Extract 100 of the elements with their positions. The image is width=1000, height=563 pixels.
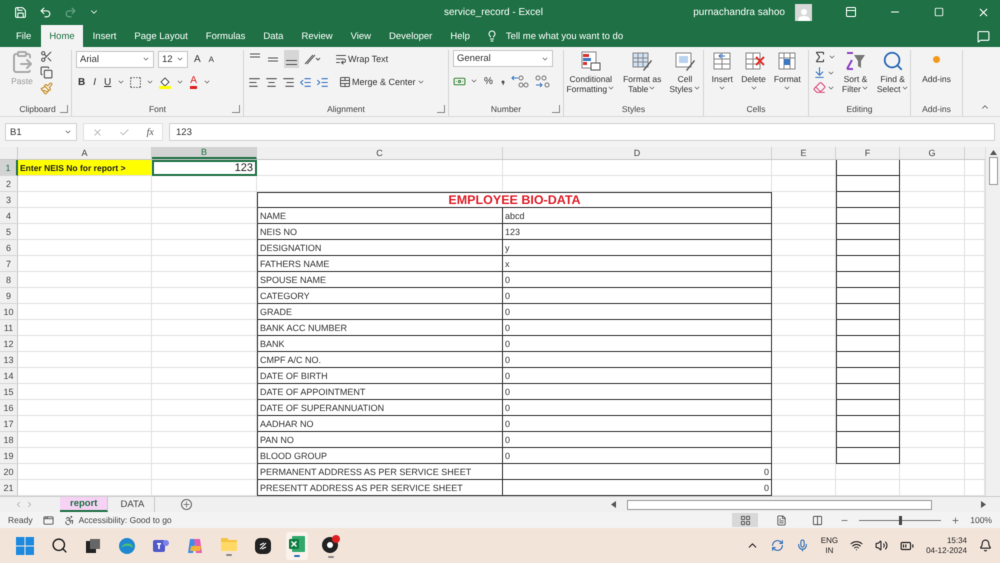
row-header[interactable]: 5 [0, 224, 18, 240]
enter-icon[interactable] [119, 126, 130, 138]
microphone-icon[interactable] [796, 539, 809, 552]
next-sheet-icon[interactable] [25, 500, 34, 509]
row-header[interactable]: 7 [0, 256, 18, 272]
sheet-cell[interactable] [836, 384, 900, 400]
accessibility-status[interactable]: Accessibility: Good to go [78, 515, 172, 525]
ribbon-button[interactable]: Add-ins [920, 50, 953, 84]
orientation-icon[interactable] [303, 52, 321, 66]
menu-tab[interactable]: Insert [84, 25, 124, 47]
row-header[interactable]: 9 [0, 288, 18, 304]
search-icon[interactable] [50, 537, 68, 554]
sheet-cell[interactable] [836, 448, 900, 464]
decrease-decimal-icon[interactable] [532, 74, 551, 88]
maximize-icon[interactable] [934, 7, 944, 17]
menu-tab[interactable]: Developer [381, 25, 440, 47]
sheet-cell[interactable] [836, 272, 900, 288]
wrap-text-button[interactable]: Wrap Text [333, 50, 390, 68]
sheet-tab[interactable]: report [60, 497, 108, 512]
underline-button[interactable]: U [102, 73, 114, 91]
page-break-icon[interactable] [812, 514, 823, 526]
sheet-cell[interactable] [836, 400, 900, 416]
sheet-cell[interactable] [836, 256, 900, 272]
recorder-icon[interactable] [321, 534, 341, 554]
row-header[interactable]: 13 [0, 352, 18, 368]
row-header[interactable]: 3 [0, 192, 18, 208]
scroll-left-icon[interactable] [611, 501, 616, 508]
menu-tab[interactable]: Review [293, 25, 341, 47]
sheet-cell[interactable] [836, 368, 900, 384]
sheet-cell[interactable] [836, 304, 900, 320]
sheet-cell[interactable] [836, 432, 900, 448]
ribbon-button[interactable]: Delete [739, 50, 768, 92]
sheet-cell[interactable] [836, 288, 900, 304]
assistant-icon[interactable] [186, 536, 204, 554]
sheet-cell[interactable] [836, 320, 900, 336]
scroll-right-icon[interactable] [981, 501, 986, 508]
percent-button[interactable]: % [482, 72, 495, 90]
dialog-launcher-icon[interactable] [60, 105, 68, 113]
row-header[interactable]: 4 [0, 208, 18, 224]
sum-icon[interactable] [813, 50, 827, 64]
macro-icon[interactable] [42, 514, 54, 526]
sheet-cell[interactable] [836, 160, 900, 176]
row-header[interactable]: 11 [0, 320, 18, 336]
currency-icon[interactable] [453, 74, 466, 88]
menu-tab[interactable]: File [8, 25, 40, 47]
language-indicator[interactable]: ENG [820, 536, 838, 546]
decrease-indent-icon[interactable] [299, 76, 312, 88]
save-icon[interactable] [14, 6, 27, 18]
row-header[interactable]: 12 [0, 336, 18, 352]
app-icon[interactable] [254, 536, 272, 554]
font-color-button[interactable]: A [188, 73, 199, 91]
avatar-icon[interactable] [795, 4, 812, 20]
clock-date[interactable]: 04-12-2024 [926, 546, 967, 556]
add-sheet-icon[interactable] [181, 499, 192, 510]
row-header[interactable]: 1 [0, 160, 18, 176]
font-size-field[interactable]: 12 [158, 50, 188, 68]
close-icon[interactable] [976, 6, 990, 18]
region-indicator[interactable]: IN [825, 546, 834, 556]
sheet-cell[interactable] [836, 352, 900, 368]
ribbon-button[interactable]: Format as Table [621, 50, 664, 94]
menu-tab[interactable]: Home [41, 25, 83, 47]
zoom-thumb[interactable] [899, 516, 902, 524]
menu-tab[interactable]: Help [442, 25, 478, 47]
scissors-icon[interactable] [40, 50, 53, 63]
increase-decimal-icon[interactable] [510, 74, 529, 88]
volume-icon[interactable] [875, 539, 888, 552]
ribbon-button[interactable]: Cell Styles [667, 50, 703, 94]
name-box[interactable]: B1 [5, 123, 77, 141]
horizontal-scrollbar[interactable] [611, 498, 986, 510]
browser-icon[interactable] [118, 536, 136, 554]
sheet-cell[interactable] [836, 336, 900, 352]
align-center-icon[interactable] [265, 76, 278, 88]
sheet-cell[interactable] [836, 224, 900, 240]
clock-time[interactable]: 15:34 [946, 536, 967, 546]
comment-icon[interactable] [977, 30, 990, 42]
undo-icon[interactable] [39, 6, 52, 18]
scroll-up-icon[interactable] [990, 150, 996, 155]
tell-me-field[interactable]: Tell me what you want to do [506, 25, 624, 47]
border-icon[interactable] [129, 76, 142, 88]
input-cell[interactable]: 123 [152, 160, 257, 176]
increase-indent-icon[interactable] [316, 76, 329, 88]
ribbon-button[interactable]: Conditional Formatting [564, 50, 618, 94]
column-header[interactable]: B [152, 147, 257, 159]
sheet-cell[interactable] [836, 176, 900, 192]
accessibility-icon[interactable] [64, 514, 75, 526]
grow-font-button[interactable]: A [192, 50, 203, 68]
fill-color-icon[interactable] [158, 75, 172, 89]
dialog-launcher-icon[interactable] [437, 105, 445, 113]
menu-tab[interactable]: Formulas [198, 25, 254, 47]
row-header[interactable]: 15 [0, 384, 18, 400]
merge-center-button[interactable]: Merge & Center [337, 73, 427, 91]
notification-icon[interactable] [979, 539, 992, 552]
lightbulb-icon[interactable] [486, 30, 498, 42]
row-header[interactable]: 8 [0, 272, 18, 288]
eraser-icon[interactable] [813, 81, 826, 94]
align-left-icon[interactable] [248, 76, 261, 88]
italic-button[interactable]: I [91, 73, 98, 91]
dialog-launcher-icon[interactable] [552, 105, 560, 113]
windows-icon[interactable] [16, 536, 34, 554]
task-view-icon[interactable] [85, 538, 101, 554]
